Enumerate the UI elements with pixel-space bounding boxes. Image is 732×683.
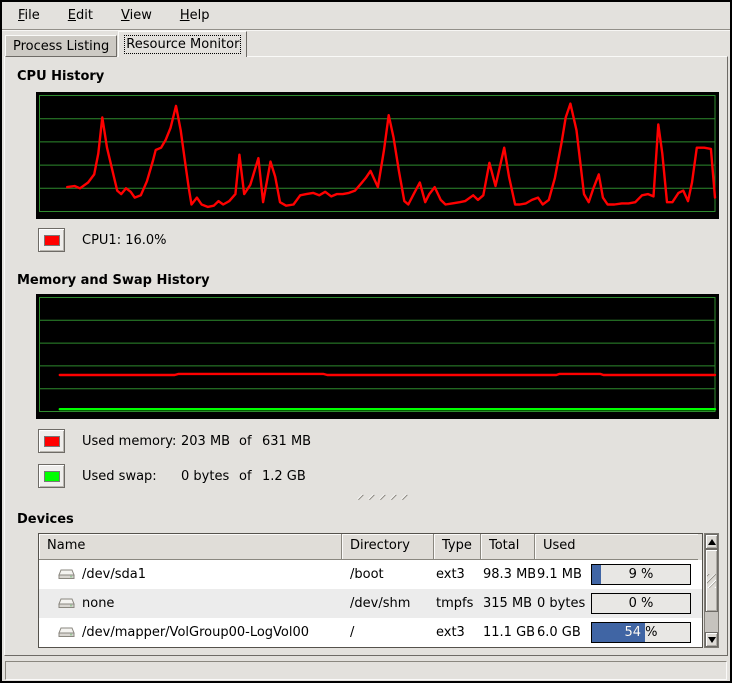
system-monitor-window: File Edit View Help Process Listing Reso…	[0, 0, 732, 683]
tab-process-listing[interactable]: Process Listing	[5, 35, 117, 57]
scrollbar-thumb[interactable]	[705, 549, 718, 612]
device-total: 98.3 MB	[481, 567, 535, 582]
used-memory-legend: Used memory: 203 MB of 631 MB	[38, 429, 727, 453]
progress-label: 0 %	[592, 594, 690, 613]
menu-help[interactable]: Help	[170, 4, 220, 27]
cpu-color-swatch	[44, 235, 60, 246]
memory-of-text: of	[239, 434, 262, 449]
pane-resize-grip[interactable]	[357, 493, 727, 500]
usage-progress-bar: 54 % 54 %	[591, 622, 691, 643]
cpu-history-title: CPU History	[17, 69, 727, 85]
tab-label: Resource Monitor	[126, 37, 239, 52]
device-type: ext3	[434, 625, 481, 640]
column-header-used[interactable]: Used	[535, 534, 698, 560]
memory-swap-chart	[36, 294, 719, 419]
swap-total-value: 1.2 GB	[262, 469, 727, 484]
swap-legend-label: Used swap:	[82, 469, 181, 484]
usage-progress-bar: 9 % 9 %	[591, 564, 691, 585]
column-header-name[interactable]: Name	[39, 534, 342, 560]
cpu-history-chart	[36, 92, 719, 219]
table-scrollbar[interactable]	[704, 533, 719, 648]
status-bar	[5, 661, 727, 680]
cpu-color-button[interactable]	[38, 228, 65, 252]
device-directory: /	[342, 625, 434, 640]
cpu-legend: CPU1: 16.0%	[38, 228, 727, 252]
scroll-up-icon	[708, 539, 716, 545]
scrollbar-track[interactable]	[705, 549, 718, 632]
column-header-type[interactable]: Type	[434, 534, 481, 560]
disk-icon	[58, 598, 75, 610]
table-row[interactable]: none /dev/shm tmpfs 315 MB 0 bytes 0 % 0…	[39, 589, 702, 618]
tab-label: Process Listing	[13, 39, 109, 54]
device-total: 315 MB	[481, 596, 535, 611]
column-header-directory[interactable]: Directory	[342, 534, 434, 560]
notebook-tabs: Process Listing Resource Monitor	[2, 30, 730, 57]
device-name: /dev/sda1	[82, 567, 146, 582]
swap-color-swatch	[44, 471, 60, 482]
menu-edit[interactable]: Edit	[58, 4, 103, 27]
column-header-total[interactable]: Total	[481, 534, 535, 560]
device-total: 11.1 GB	[481, 625, 535, 640]
scroll-down-icon	[708, 637, 716, 643]
table-rows: /dev/sda1 /boot ext3 98.3 MB 9.1 MB 9 % …	[39, 560, 702, 647]
device-name: none	[82, 596, 114, 611]
devices-table-body: Name Directory Type Total Used	[38, 533, 703, 648]
table-header: Name Directory Type Total Used	[39, 534, 702, 560]
memory-history-title: Memory and Swap History	[17, 273, 727, 289]
memory-total-value: 631 MB	[262, 434, 727, 449]
scroll-down-button[interactable]	[705, 632, 718, 647]
menu-view[interactable]: View	[111, 4, 162, 27]
menu-file[interactable]: File	[8, 4, 50, 27]
devices-table: Name Directory Type Total Used	[38, 533, 727, 648]
device-used: 9.1 MB	[537, 567, 582, 582]
device-type: tmpfs	[434, 596, 481, 611]
memory-used-value: 203 MB	[181, 434, 239, 449]
swap-of-text: of	[239, 469, 262, 484]
memory-color-swatch	[44, 436, 60, 447]
resource-monitor-panel: CPU History CPU1: 16.0% Memory and Swap …	[4, 56, 728, 656]
device-name: /dev/mapper/VolGroup00-LogVol00	[82, 625, 309, 640]
scroll-up-button[interactable]	[705, 534, 718, 549]
progress-label: 9 %	[592, 565, 690, 584]
device-used: 6.0 GB	[537, 625, 581, 640]
device-directory: /boot	[342, 567, 434, 582]
disk-icon	[58, 569, 75, 581]
memory-color-button[interactable]	[38, 429, 65, 453]
used-swap-legend: Used swap: 0 bytes of 1.2 GB	[38, 464, 727, 488]
swap-color-button[interactable]	[38, 464, 65, 488]
thumb-grip-icon	[707, 574, 716, 588]
memory-legend-label: Used memory:	[82, 434, 181, 449]
device-directory: /dev/shm	[342, 596, 434, 611]
usage-progress-bar: 0 % 0 %	[591, 593, 691, 614]
disk-icon	[58, 627, 75, 639]
table-row[interactable]: /dev/sda1 /boot ext3 98.3 MB 9.1 MB 9 % …	[39, 560, 702, 589]
swap-used-value: 0 bytes	[181, 469, 239, 484]
device-type: ext3	[434, 567, 481, 582]
device-used: 0 bytes	[537, 596, 585, 611]
cpu-legend-label: CPU1: 16.0%	[82, 233, 727, 248]
tab-resource-monitor[interactable]: Resource Monitor	[118, 31, 247, 57]
devices-title: Devices	[17, 512, 727, 528]
menubar: File Edit View Help	[2, 2, 730, 30]
table-row[interactable]: /dev/mapper/VolGroup00-LogVol00 / ext3 1…	[39, 618, 702, 647]
